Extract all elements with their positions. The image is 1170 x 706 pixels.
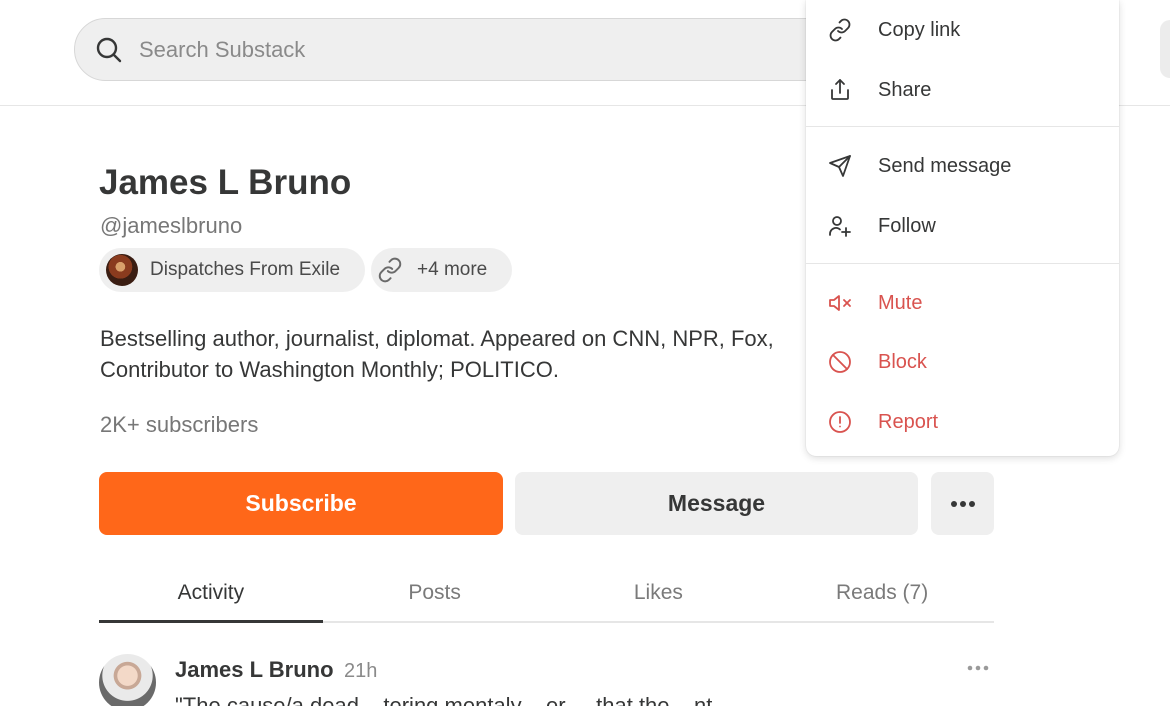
menu-item-label: Follow <box>878 214 936 237</box>
menu-item-mute[interactable]: Mute <box>806 275 1119 331</box>
follow-user-icon <box>829 216 851 237</box>
menu-item-label: Share <box>878 78 932 101</box>
menu-item-label: Block <box>878 350 927 373</box>
menu-item-share[interactable]: Share <box>806 62 1119 118</box>
header-edge-button[interactable] <box>1160 20 1170 78</box>
menu-item-report[interactable]: Report <box>806 394 1119 450</box>
publication-name: Dispatches From Exile <box>150 259 341 280</box>
search-bar[interactable] <box>74 18 874 81</box>
tab-likes[interactable]: Likes <box>547 566 771 621</box>
publication-avatar <box>106 254 138 286</box>
tab-posts[interactable]: Posts <box>323 566 547 621</box>
share-icon <box>831 79 849 100</box>
menu-item-copy-link[interactable]: Copy link <box>806 2 1119 58</box>
menu-item-label: Mute <box>878 291 923 314</box>
profile-bio: Bestselling author, journalist, diplomat… <box>100 326 774 382</box>
menu-divider <box>806 126 1119 127</box>
feed-more-icon[interactable] <box>966 664 990 672</box>
link-icon <box>829 18 851 42</box>
feed-timestamp: 21h <box>344 660 378 682</box>
profile-name: James L Bruno <box>99 163 352 202</box>
block-icon <box>829 351 851 373</box>
link-icon <box>378 257 402 283</box>
feed-text: "The cause/a dead ...tering mentaly ...e… <box>175 693 713 706</box>
profile-handle: @jameslbruno <box>100 213 243 238</box>
more-dots-icon <box>950 500 975 507</box>
subscriber-count: 2K+ subscribers <box>100 412 259 437</box>
menu-item-block[interactable]: Block <box>806 334 1119 390</box>
more-links-chip[interactable]: +4 more <box>371 248 512 292</box>
more-links-label: +4 more <box>417 259 488 280</box>
mute-icon <box>829 295 851 311</box>
feed-author[interactable]: James L Bruno <box>175 657 334 683</box>
report-icon <box>829 411 851 433</box>
search-input[interactable] <box>139 33 839 67</box>
menu-item-label: Copy link <box>878 18 961 41</box>
message-button[interactable]: Message <box>515 472 918 535</box>
profile-tabs: Activity Posts Likes Reads (7) <box>99 566 994 623</box>
more-options-button[interactable] <box>931 472 994 535</box>
subscribe-button[interactable]: Subscribe <box>99 472 503 535</box>
menu-item-follow[interactable]: Follow <box>806 198 1119 254</box>
tab-activity[interactable]: Activity <box>99 566 323 623</box>
profile-options-menu: Copy link Share Send message Follow Mute… <box>806 0 1119 456</box>
send-icon <box>829 155 851 177</box>
tab-reads[interactable]: Reads (7) <box>770 566 994 621</box>
menu-divider <box>806 263 1119 264</box>
avatar[interactable] <box>99 654 156 706</box>
menu-item-send-message[interactable]: Send message <box>806 138 1119 194</box>
menu-item-label: Send message <box>878 154 1012 177</box>
search-icon <box>96 37 122 63</box>
publication-chip[interactable]: Dispatches From Exile <box>99 248 365 292</box>
menu-item-label: Report <box>878 410 939 433</box>
